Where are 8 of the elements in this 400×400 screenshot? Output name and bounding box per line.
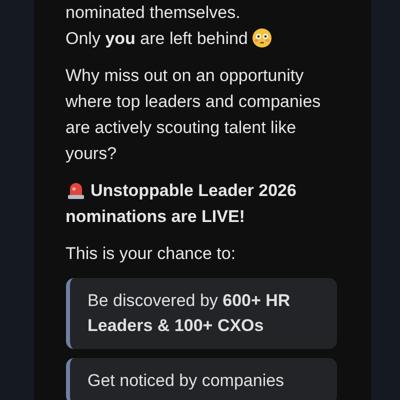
highlight-card: Get noticed by companies [66, 358, 336, 400]
message-text: This is your chance to: [66, 243, 237, 265]
message-text: nominated themselves. Only you are left behind [66, 0, 336, 52]
message-text: Why miss out on an opportunity where top leaders and companies are actively scouting talent like yours? [66, 65, 322, 165]
announcement-heading: Unstoppable Leader 2026 nominations are LIVE! [66, 179, 298, 228]
highlight-card: Be discovered by 600+ HR Leaders & 100+ CXOs [66, 278, 336, 349]
flushed-face-icon [252, 28, 272, 48]
siren-icon [66, 180, 86, 200]
